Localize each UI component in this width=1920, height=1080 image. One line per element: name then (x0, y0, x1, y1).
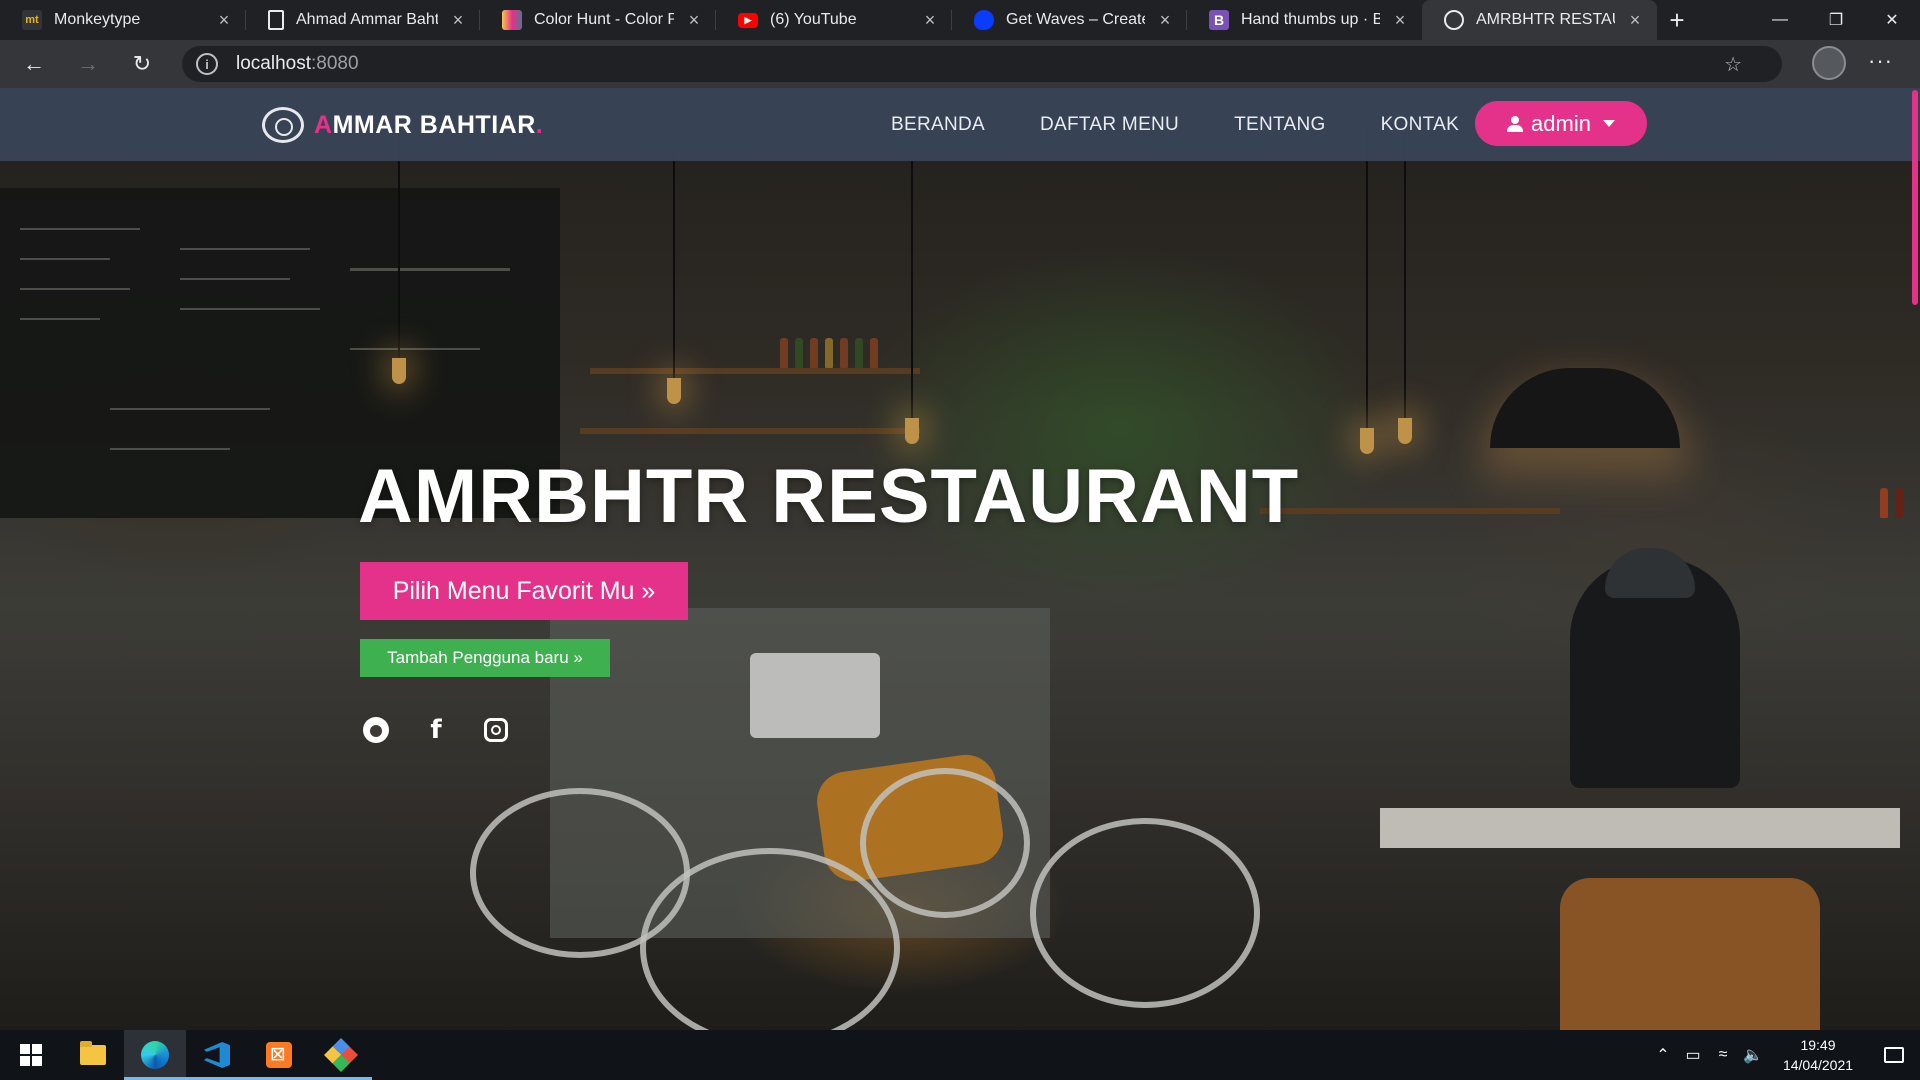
url-host: localhost (236, 53, 311, 74)
instagram-link[interactable] (482, 716, 510, 744)
github-icon (363, 717, 389, 743)
tab-youtube[interactable]: ▶ (6) YouTube × (716, 0, 952, 40)
page-viewport: AMMAR BAHTIAR. BERANDA DAFTAR MENU TENTA… (0, 88, 1920, 1030)
more-menu-icon[interactable]: ··· (1868, 48, 1893, 74)
hero-title: AMRBHTR RESTAURANT (358, 454, 1300, 539)
site-info-icon[interactable]: i (196, 53, 218, 75)
battery-icon[interactable]: ▭ (1678, 1045, 1708, 1065)
browser-tab-strip: mt Monkeytype × Ahmad Ammar Bahtiar × Co… (0, 0, 1920, 40)
youtube-icon: ▶ (738, 12, 758, 28)
close-tab-icon[interactable]: × (1390, 10, 1410, 30)
brand-link[interactable]: AMMAR BAHTIAR. (262, 107, 543, 143)
color-hunt-icon (502, 10, 522, 30)
browser-toolbar: ← → ↻ i localhost:8080 ☆ ··· (0, 40, 1920, 88)
choose-favorite-menu-button[interactable]: Pilih Menu Favorit Mu » (360, 562, 688, 620)
monkeytype-icon: mt (22, 10, 42, 30)
close-tab-icon[interactable]: × (448, 10, 468, 30)
scrollbar-thumb[interactable] (1912, 90, 1918, 305)
clock-time: 19:49 (1800, 1037, 1836, 1053)
close-tab-icon[interactable]: × (214, 10, 234, 30)
bootstrap-icon: B (1209, 10, 1229, 30)
tab-monkeytype[interactable]: mt Monkeytype × (0, 0, 246, 40)
github-link[interactable] (362, 716, 390, 744)
page-icon (268, 10, 284, 30)
tab-amrbhtr-restaurant[interactable]: AMRBHTR RESTAURAN × (1422, 0, 1657, 40)
tab-title: (6) YouTube (770, 11, 857, 28)
wifi-icon[interactable]: ≈ (1708, 1046, 1738, 1064)
xampp-icon (266, 1042, 292, 1068)
admin-dropdown-button[interactable]: admin (1475, 101, 1647, 146)
close-tab-icon[interactable]: × (920, 10, 940, 30)
system-tray: ⌃ ▭ ≈ 🔈 19:49 14/04/2021 (1648, 1030, 1920, 1080)
add-new-user-button[interactable]: Tambah Pengguna baru » (360, 639, 610, 677)
taskbar-file-explorer[interactable] (62, 1030, 124, 1080)
notification-icon (1884, 1047, 1904, 1063)
windows-taskbar: ⌃ ▭ ≈ 🔈 19:49 14/04/2021 (0, 1030, 1920, 1080)
address-bar[interactable]: i localhost:8080 ☆ (182, 46, 1782, 82)
window-controls: — ❐ ✕ (1752, 0, 1920, 40)
tab-ahmad-ammar-bahtiar[interactable]: Ahmad Ammar Bahtiar × (246, 0, 480, 40)
tab-title: Color Hunt - Color Pale (534, 11, 674, 28)
clock-date: 14/04/2021 (1782, 1057, 1854, 1073)
nav-daftar-menu[interactable]: DAFTAR MENU (1040, 114, 1179, 136)
main-navigation: BERANDA DAFTAR MENU TENTANG KONTAK (891, 88, 1514, 161)
forward-button[interactable]: → (68, 44, 108, 84)
close-window-button[interactable]: ✕ (1864, 0, 1920, 40)
admin-label: admin (1531, 110, 1591, 136)
taskbar-xampp[interactable] (248, 1030, 310, 1080)
taskbar-vscode[interactable] (186, 1030, 248, 1080)
new-tab-button[interactable]: + (1657, 0, 1697, 40)
start-button[interactable] (0, 1030, 62, 1080)
git-icon (324, 1038, 358, 1072)
url-port: :8080 (311, 53, 359, 74)
taskbar-edge[interactable] (124, 1030, 186, 1080)
brand-name: AMMAR BAHTIAR. (314, 110, 544, 139)
tab-title: AMRBHTR RESTAURAN (1476, 11, 1615, 28)
show-hidden-icons-icon[interactable]: ⌃ (1648, 1045, 1678, 1065)
tab-title: Ahmad Ammar Bahtiar (296, 11, 438, 28)
close-tab-icon[interactable]: × (1625, 10, 1645, 30)
system-clock[interactable]: 19:49 14/04/2021 (1768, 1035, 1868, 1075)
close-tab-icon[interactable]: × (1155, 10, 1175, 30)
get-waves-icon (974, 10, 994, 30)
user-icon (1507, 115, 1524, 132)
tab-color-hunt[interactable]: Color Hunt - Color Pale × (480, 0, 716, 40)
minimize-button[interactable]: — (1752, 0, 1808, 40)
site-navbar: AMMAR BAHTIAR. BERANDA DAFTAR MENU TENTA… (0, 88, 1920, 161)
start-icon (20, 1044, 42, 1066)
tab-title: Monkeytype (54, 11, 141, 28)
tab-get-waves[interactable]: Get Waves – Create SV × (952, 0, 1187, 40)
instagram-icon (484, 718, 508, 742)
nav-kontak[interactable]: KONTAK (1381, 114, 1460, 136)
nav-beranda[interactable]: BERANDA (891, 114, 985, 136)
file-explorer-icon (80, 1041, 106, 1065)
facebook-icon: f (430, 715, 442, 745)
restaurant-logo-icon (262, 107, 304, 143)
vscode-icon (204, 1042, 230, 1068)
page-scrollbar[interactable] (1912, 88, 1920, 1030)
restore-button[interactable]: ❐ (1808, 0, 1864, 40)
social-links: f (362, 715, 542, 745)
notification-center-button[interactable] (1868, 1047, 1920, 1063)
edge-icon (141, 1041, 169, 1069)
tab-title: Hand thumbs up · Boot (1241, 11, 1380, 28)
reload-button[interactable]: ↻ (122, 44, 162, 84)
restaurant-logo-icon (1444, 10, 1464, 30)
volume-icon[interactable]: 🔈 (1738, 1045, 1768, 1065)
taskbar-git[interactable] (310, 1030, 372, 1080)
add-favorite-icon[interactable]: ☆ (1724, 52, 1742, 77)
tab-bootstrap-icons[interactable]: B Hand thumbs up · Boot × (1187, 0, 1422, 40)
back-button[interactable]: ← (14, 44, 54, 84)
facebook-link[interactable]: f (422, 715, 450, 745)
tab-title: Get Waves – Create SV (1006, 11, 1145, 28)
caret-down-icon (1602, 120, 1615, 127)
profile-avatar[interactable] (1812, 46, 1846, 80)
nav-tentang[interactable]: TENTANG (1234, 114, 1325, 136)
close-tab-icon[interactable]: × (684, 10, 704, 30)
